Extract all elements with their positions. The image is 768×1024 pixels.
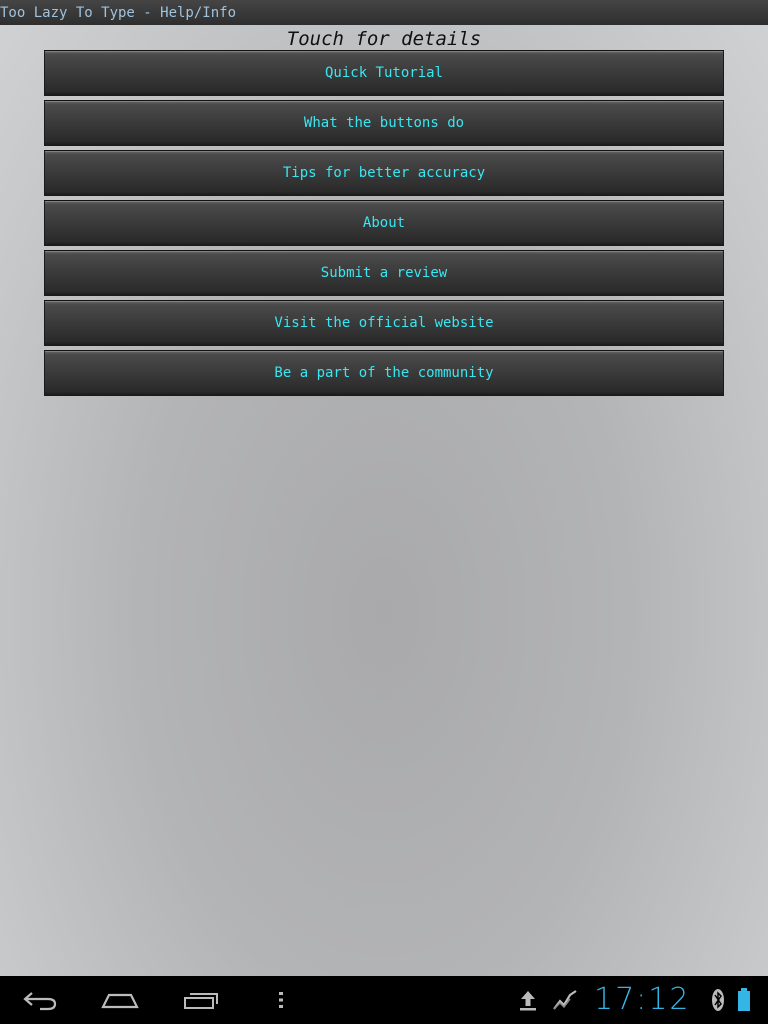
activity-icon (550, 976, 580, 1024)
screen: Too Lazy To Type - Help/Info Touch for d… (0, 0, 768, 1024)
community-button[interactable]: Be a part of the community (44, 350, 724, 396)
battery-icon (734, 976, 754, 1024)
submit-review-button[interactable]: Submit a review (44, 250, 724, 296)
tips-accuracy-button[interactable]: Tips for better accuracy (44, 150, 724, 196)
window-title: Too Lazy To Type - Help/Info (0, 5, 237, 21)
official-website-button[interactable]: Visit the official website (44, 300, 724, 346)
upload-icon (514, 976, 542, 1024)
what-buttons-do-button[interactable]: What the buttons do (44, 100, 724, 146)
system-navigation-bar: 17:12 (0, 976, 768, 1024)
menu-icon[interactable] (270, 976, 292, 1024)
about-button[interactable]: About (44, 200, 724, 246)
home-icon[interactable] (96, 976, 144, 1024)
bluetooth-icon (708, 976, 728, 1024)
window-title-bar: Too Lazy To Type - Help/Info (0, 0, 768, 25)
recent-apps-icon[interactable] (178, 976, 224, 1024)
quick-tutorial-button[interactable]: Quick Tutorial (44, 50, 724, 96)
page-heading: Touch for details (286, 28, 482, 50)
back-icon[interactable] (14, 976, 66, 1024)
help-menu: Quick Tutorial What the buttons do Tips … (44, 50, 724, 400)
status-clock: 17:12 (594, 982, 691, 1017)
